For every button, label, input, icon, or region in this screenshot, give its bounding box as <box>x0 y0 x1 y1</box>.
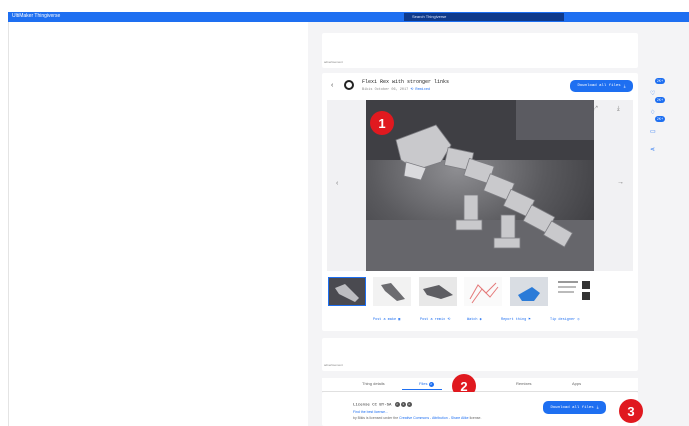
brand-logo[interactable]: UltiMaker Thingiverse <box>12 13 60 19</box>
thumbnail-render-rex-2-image <box>419 277 457 306</box>
action-post-make[interactable]: Post a make ▣ <box>373 317 400 322</box>
gallery-next-icon[interactable]: → <box>617 179 624 186</box>
by-icon: i <box>400 402 406 407</box>
thumbnail-blue-rex-print[interactable] <box>510 277 548 306</box>
remixed-link[interactable]: ⟲ Remixed <box>410 88 430 92</box>
download-icon: ⤓ <box>596 406 599 410</box>
comments-button[interactable]: ▭ 2K+ <box>650 116 665 135</box>
files-download-label: Download all files <box>550 405 594 410</box>
ad-card-top <box>322 33 638 68</box>
thumbnail-blue-rex-print-image <box>510 277 548 306</box>
like-count: 2K+ <box>655 78 665 84</box>
ad-label: advertisement <box>324 60 343 64</box>
action-post-remix[interactable]: Post a remix ⟲ <box>420 317 450 322</box>
annotation-marker-1: 1 <box>370 111 394 135</box>
cc-icon: c <box>394 402 400 407</box>
thumbnail-print-sheet-qr[interactable] <box>555 277 593 306</box>
ad-card-mid <box>322 338 638 371</box>
gallery-prev-icon[interactable]: ‹ <box>336 180 338 187</box>
heart-icon: ♡ <box>650 91 656 97</box>
annotation-marker-3: 3 <box>619 399 643 423</box>
main-photo <box>366 100 594 271</box>
thumbnail-print-sheet-qr-image <box>555 277 593 306</box>
files-download-all-button[interactable]: Download all files ⤓ <box>543 401 606 414</box>
thing-meta: Bikis October 06, 2017 ⟲ Remixed <box>362 87 430 92</box>
collect-count: 2K+ <box>655 97 665 103</box>
active-tab-indicator <box>402 389 442 390</box>
action-report-thing[interactable]: Report thing ⚑ <box>501 317 530 322</box>
like-button[interactable]: ♡ 2K+ <box>650 78 665 97</box>
comment-icon: ▭ <box>650 129 656 135</box>
license-text: by Bikis is licensed under the Creative … <box>353 416 482 420</box>
files-count-badge: 2 <box>428 382 434 387</box>
thumbnail-line-drawing-rex[interactable] <box>464 277 502 306</box>
thumbnail-line-drawing-rex-image <box>464 277 502 306</box>
tab-remixes[interactable]: Remixes <box>516 381 532 386</box>
comment-count: 2K+ <box>655 116 665 122</box>
top-bar: UltiMaker Thingiverse Search Thingiverse <box>8 12 689 22</box>
camera-icon: ▣ <box>398 318 401 322</box>
license-heading: License CC BY-SA cio <box>353 402 412 408</box>
collect-button[interactable]: ♢ 2K+ <box>650 97 665 116</box>
share-icon: ⋖ <box>650 147 656 153</box>
ad-label: advertisement <box>324 363 343 367</box>
flexi-rex-image <box>366 100 594 271</box>
flag-icon: ⚑ <box>528 318 531 322</box>
thumbnail-render-rex-1-image <box>373 277 411 306</box>
thumbnail-photo-gray-rex-image <box>329 278 365 305</box>
tab-apps[interactable]: Apps <box>572 381 581 386</box>
thumbnail-photo-gray-rex[interactable] <box>328 277 366 306</box>
left-panel <box>8 22 309 426</box>
back-chevron-icon[interactable]: ‹ <box>331 82 333 89</box>
thumbnail-render-rex-2[interactable] <box>419 277 457 306</box>
remix-icon: ⟲ <box>447 318 451 322</box>
thumbnail-render-rex-1[interactable] <box>373 277 411 306</box>
download-image-icon[interactable]: ⤓ <box>617 106 620 113</box>
search-input[interactable]: Search Thingiverse <box>404 13 564 21</box>
action-watch[interactable]: Watch ◉ <box>467 317 482 322</box>
thing-author-date[interactable]: Bikis October 06, 2017 <box>362 88 408 92</box>
bookmark-icon: ♢ <box>650 110 656 116</box>
designer-avatar-icon[interactable] <box>344 80 354 90</box>
thing-title: Flexi Rex with stronger links <box>362 79 450 85</box>
download-all-files-button[interactable]: Download all files ⤓ <box>570 80 633 92</box>
tab-thing-details[interactable]: Thing details <box>362 381 385 386</box>
action-tip-designer[interactable]: Tip designer ◎ <box>550 317 579 322</box>
tab-files[interactable]: Files 2 <box>419 381 434 387</box>
share-button[interactable]: ⋖ <box>650 138 660 153</box>
license-cc-link[interactable]: Creative Commons - Attribution - Share A… <box>399 416 468 420</box>
download-icon: ⤓ <box>623 84 626 89</box>
search-placeholder: Search Thingiverse <box>412 14 447 19</box>
coin-icon: ◎ <box>577 318 580 322</box>
eye-icon: ◉ <box>479 318 482 322</box>
sa-icon: o <box>406 402 412 407</box>
download-button-label: Download all files <box>577 84 621 88</box>
license-help-link[interactable]: Find the best license... <box>353 410 388 414</box>
